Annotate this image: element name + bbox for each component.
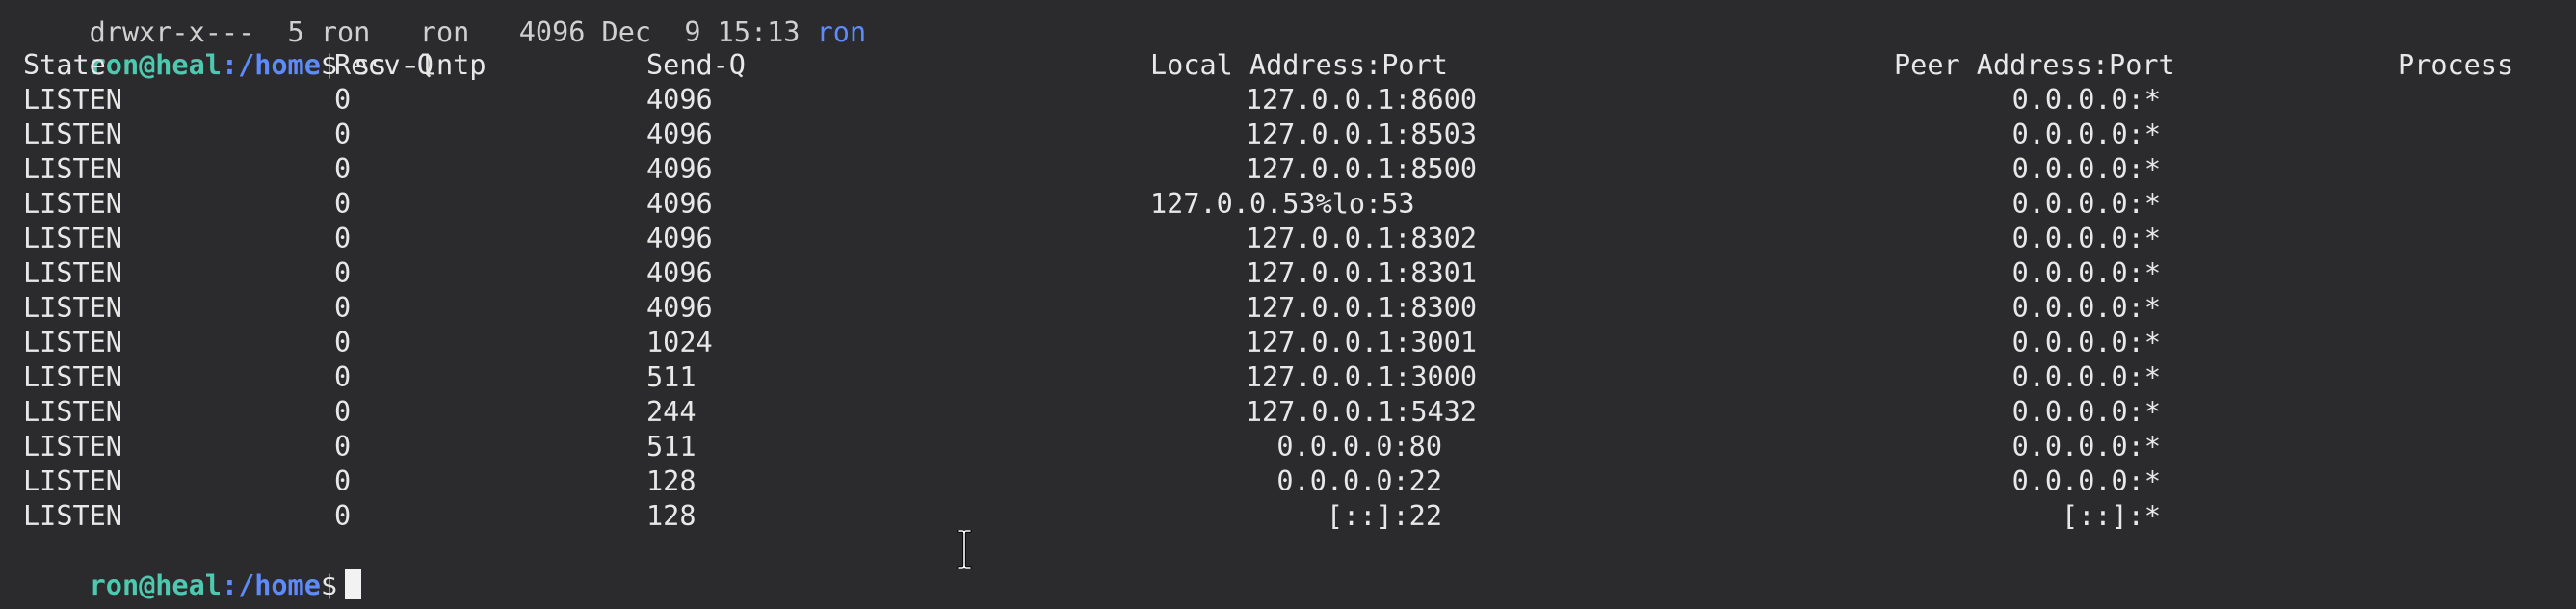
cell-local-address: 127.0.0.1:3001 <box>1245 327 1477 358</box>
cell-peer-address: 0.0.0.0:* <box>2011 361 2161 393</box>
cell-send-q: 1024 <box>646 327 713 358</box>
terminal-window[interactable]: drwxr-x--- 5 ron ron 4096 Dec 9 15:13 ro… <box>0 0 2576 609</box>
mouse-ibeam-icon <box>957 530 972 569</box>
prompt-symbol: $ <box>320 569 338 601</box>
cell-state: LISTEN <box>23 500 122 532</box>
cell-peer-address: 0.0.0.0:* <box>2011 465 2161 497</box>
table-row: LISTEN 0 4096 127.0.0.1:8300 0.0.0.0:* <box>23 291 2576 326</box>
cell-recv-q: 0 <box>334 292 352 324</box>
cell-send-q: 4096 <box>646 257 713 289</box>
cell-recv-q: 0 <box>334 257 352 289</box>
cell-local-address: 0.0.0.0:22 <box>1276 465 1442 497</box>
cell-send-q: 4096 <box>646 223 713 254</box>
cell-local-address: 127.0.0.1:8600 <box>1245 84 1477 116</box>
cell-recv-q: 0 <box>334 327 352 358</box>
cell-peer-address: 0.0.0.0:* <box>2011 431 2161 463</box>
command-line: ron@heal:/home$ ss -lntp <box>23 13 486 81</box>
cell-state: LISTEN <box>23 119 122 150</box>
table-row: LISTEN 0 244 127.0.0.1:5432 0.0.0.0:* <box>23 395 2576 430</box>
cell-send-q: 4096 <box>646 119 713 150</box>
cell-send-q: 511 <box>646 431 697 463</box>
cell-send-q: 4096 <box>646 292 713 324</box>
cell-recv-q: 0 <box>334 119 352 150</box>
col-process: Process <box>2398 49 2514 81</box>
cell-send-q: 511 <box>646 361 697 393</box>
cell-peer-address: 0.0.0.0:* <box>2011 119 2161 150</box>
cell-send-q: 244 <box>646 396 697 428</box>
table-row: LISTEN 0 511 0.0.0.0:80 0.0.0.0:* <box>23 430 2576 464</box>
cell-local-address: 127.0.0.53%lo:53 <box>1150 188 1415 220</box>
cell-peer-address: 0.0.0.0:* <box>2011 292 2161 324</box>
col-state: State <box>23 49 106 81</box>
cell-state: LISTEN <box>23 327 122 358</box>
cell-state: LISTEN <box>23 292 122 324</box>
cell-state: LISTEN <box>23 361 122 393</box>
active-prompt-line[interactable]: ron@heal:/home$ <box>23 534 362 601</box>
cell-state: LISTEN <box>23 431 122 463</box>
cell-peer-address: 0.0.0.0:* <box>2011 257 2161 289</box>
cell-local-address: 127.0.0.1:8302 <box>1245 223 1477 254</box>
table-row: LISTEN 0 511 127.0.0.1:3000 0.0.0.0:* <box>23 360 2576 395</box>
cell-local-address: 127.0.0.1:8301 <box>1245 257 1477 289</box>
prompt-user-host: ron@heal <box>89 569 222 601</box>
cell-state: LISTEN <box>23 84 122 116</box>
cell-local-address: [::]:22 <box>1326 500 1442 532</box>
cell-send-q: 4096 <box>646 188 713 220</box>
col-send-q: Send-Q <box>646 49 746 81</box>
cell-state: LISTEN <box>23 153 122 185</box>
cell-recv-q: 0 <box>334 153 352 185</box>
cell-recv-q: 0 <box>334 188 352 220</box>
cell-send-q: 128 <box>646 465 697 497</box>
table-row: LISTEN 0 4096 127.0.0.1:8503 0.0.0.0:* <box>23 118 2576 152</box>
table-row: LISTEN 0 4096 127.0.0.1:8301 0.0.0.0:* <box>23 256 2576 291</box>
cell-peer-address: 0.0.0.0:* <box>2011 396 2161 428</box>
ls-entry-dir: ron <box>816 16 867 48</box>
col-peer-address: Peer Address:Port <box>1894 49 2175 81</box>
cell-state: LISTEN <box>23 223 122 254</box>
cell-peer-address: 0.0.0.0:* <box>2011 188 2161 220</box>
table-header: State Recv-Q Send-Q Local Address:Port P… <box>23 48 2576 83</box>
col-local-address: Local Address:Port <box>1150 49 1448 81</box>
cell-recv-q: 0 <box>334 396 352 428</box>
cell-send-q: 4096 <box>646 153 713 185</box>
cell-recv-q: 0 <box>334 431 352 463</box>
text-cursor-block-icon <box>345 569 362 599</box>
cell-recv-q: 0 <box>334 465 352 497</box>
cell-local-address: 127.0.0.1:3000 <box>1245 361 1477 393</box>
cell-local-address: 127.0.0.1:8500 <box>1245 153 1477 185</box>
cell-recv-q: 0 <box>334 361 352 393</box>
cell-recv-q: 0 <box>334 84 352 116</box>
cell-send-q: 4096 <box>646 84 713 116</box>
col-recv-q: Recv-Q <box>334 49 434 81</box>
table-row: LISTEN 0 4096 127.0.0.1:8302 0.0.0.0:* <box>23 222 2576 256</box>
cell-peer-address: 0.0.0.0:* <box>2011 223 2161 254</box>
cell-peer-address: 0.0.0.0:* <box>2011 84 2161 116</box>
cell-state: LISTEN <box>23 257 122 289</box>
cell-peer-address: 0.0.0.0:* <box>2011 153 2161 185</box>
table-row: LISTEN 0 1024 127.0.0.1:3001 0.0.0.0:* <box>23 326 2576 360</box>
cell-state: LISTEN <box>23 465 122 497</box>
cell-local-address: 0.0.0.0:80 <box>1276 431 1442 463</box>
cell-state: LISTEN <box>23 396 122 428</box>
table-row: LISTEN 0 4096 127.0.0.53%lo:53 0.0.0.0:* <box>23 187 2576 222</box>
prompt-path: :/home <box>221 569 321 601</box>
table-row: LISTEN 0 4096 127.0.0.1:8500 0.0.0.0:* <box>23 152 2576 187</box>
table-row: LISTEN 0 128 0.0.0.0:22 0.0.0.0:* <box>23 464 2576 499</box>
cell-peer-address: 0.0.0.0:* <box>2011 327 2161 358</box>
cell-local-address: 127.0.0.1:8300 <box>1245 292 1477 324</box>
cell-peer-address: [::]:* <box>2062 500 2161 532</box>
table-row: LISTEN 0 128 [::]:22 [::]:* <box>23 499 2576 534</box>
cell-recv-q: 0 <box>334 500 352 532</box>
cell-local-address: 127.0.0.1:5432 <box>1245 396 1477 428</box>
table-row: LISTEN 0 4096 127.0.0.1:8600 0.0.0.0:* <box>23 83 2576 118</box>
cell-local-address: 127.0.0.1:8503 <box>1245 119 1477 150</box>
cell-recv-q: 0 <box>334 223 352 254</box>
cell-send-q: 128 <box>646 500 697 532</box>
cell-state: LISTEN <box>23 188 122 220</box>
